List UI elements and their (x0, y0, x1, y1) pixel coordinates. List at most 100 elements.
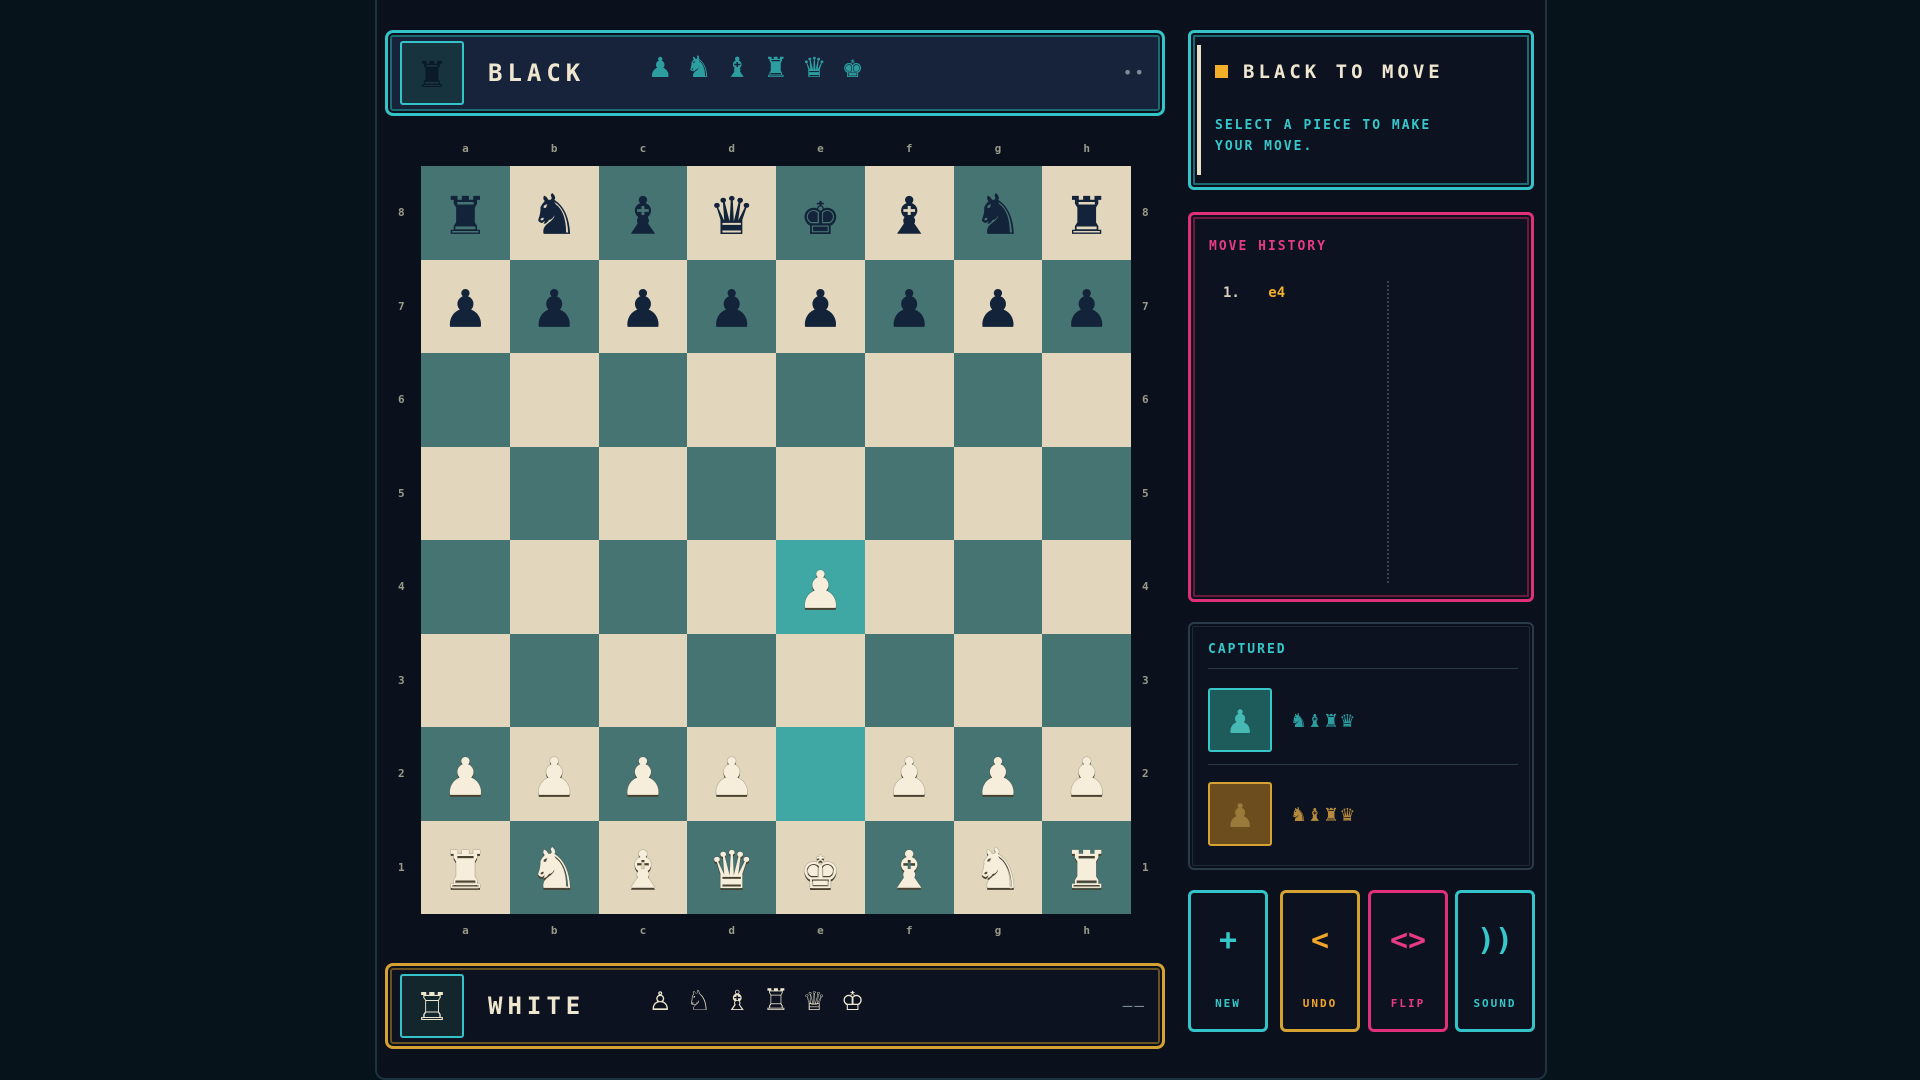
square-g4[interactable] (953, 540, 1043, 634)
square-f6[interactable] (864, 353, 954, 447)
square-e5[interactable] (776, 446, 865, 540)
black-knight-piece[interactable]: ♞ (535, 181, 574, 245)
square-b2[interactable]: ♟ (509, 727, 599, 821)
square-e1[interactable]: ♚ (776, 820, 865, 914)
square-h1[interactable]: ♜ (1042, 820, 1131, 914)
black-pawn-piece[interactable]: ♟ (535, 274, 574, 338)
square-c5[interactable] (598, 446, 688, 540)
square-f7[interactable]: ♟ (864, 259, 954, 353)
square-h6[interactable] (1042, 353, 1131, 447)
square-b8[interactable]: ♞ (509, 166, 599, 260)
square-h4[interactable] (1042, 540, 1131, 634)
black-rook-piece[interactable]: ♜ (1067, 181, 1106, 245)
square-e7[interactable]: ♟ (776, 259, 865, 353)
square-d1[interactable]: ♛ (687, 820, 776, 914)
sound-toggle-button[interactable]: )) SOUND (1455, 890, 1535, 1032)
square-g1[interactable]: ♞ (953, 820, 1043, 914)
white-knight-piece[interactable]: ♞ (535, 835, 574, 899)
square-b6[interactable] (509, 353, 599, 447)
white-pawn-piece[interactable]: ♟ (624, 742, 663, 806)
black-king-piece[interactable]: ♚ (801, 181, 840, 245)
square-f1[interactable]: ♝ (864, 820, 954, 914)
square-g7[interactable]: ♟ (953, 259, 1043, 353)
white-rook-piece[interactable]: ♜ (1067, 835, 1106, 899)
white-bishop-piece[interactable]: ♝ (624, 835, 663, 899)
square-b4[interactable] (509, 540, 599, 634)
square-d3[interactable] (687, 633, 776, 727)
square-g2[interactable]: ♟ (953, 727, 1043, 821)
square-c8[interactable]: ♝ (598, 166, 688, 260)
square-b3[interactable] (509, 633, 599, 727)
flip-board-button[interactable]: <> FLIP (1368, 890, 1448, 1032)
black-pawn-piece[interactable]: ♟ (1067, 274, 1106, 338)
square-f2[interactable]: ♟ (864, 727, 954, 821)
black-pawn-piece[interactable]: ♟ (712, 274, 751, 338)
square-d8[interactable]: ♛ (687, 166, 776, 260)
move-row[interactable]: 1. e4 (1223, 285, 1285, 301)
square-c4[interactable] (598, 540, 688, 634)
square-f3[interactable] (864, 633, 954, 727)
white-pawn-piece[interactable]: ♟ (1067, 742, 1106, 806)
white-queen-piece[interactable]: ♛ (712, 835, 751, 899)
white-pawn-piece[interactable]: ♟ (979, 742, 1018, 806)
square-d2[interactable]: ♟ (687, 727, 776, 821)
square-c6[interactable] (598, 353, 688, 447)
square-e6[interactable] (776, 353, 865, 447)
square-c7[interactable]: ♟ (598, 259, 688, 353)
square-h5[interactable] (1042, 446, 1131, 540)
black-pawn-piece[interactable]: ♟ (446, 274, 485, 338)
black-knight-piece[interactable]: ♞ (979, 181, 1018, 245)
square-f8[interactable]: ♝ (864, 166, 954, 260)
square-c1[interactable]: ♝ (598, 820, 688, 914)
square-f4[interactable] (864, 540, 954, 634)
square-e2[interactable] (776, 727, 865, 821)
square-d4[interactable] (687, 540, 776, 634)
square-e8[interactable]: ♚ (776, 166, 865, 260)
square-h3[interactable] (1042, 633, 1131, 727)
square-g8[interactable]: ♞ (953, 166, 1043, 260)
white-pawn-piece[interactable]: ♟ (712, 742, 751, 806)
black-pawn-piece[interactable]: ♟ (979, 274, 1018, 338)
square-a6[interactable] (421, 353, 510, 447)
square-c3[interactable] (598, 633, 688, 727)
square-a8[interactable]: ♜ (421, 166, 510, 260)
white-pawn-piece[interactable]: ♟ (890, 742, 929, 806)
undo-button[interactable]: < UNDO (1280, 890, 1360, 1032)
square-a4[interactable] (421, 540, 510, 634)
black-pawn-piece[interactable]: ♟ (801, 274, 840, 338)
square-a2[interactable]: ♟ (421, 727, 510, 821)
square-e3[interactable] (776, 633, 865, 727)
white-pawn-piece[interactable]: ♟ (535, 742, 574, 806)
square-g5[interactable] (953, 446, 1043, 540)
square-g3[interactable] (953, 633, 1043, 727)
square-b5[interactable] (509, 446, 599, 540)
white-move[interactable]: e4 (1268, 285, 1285, 301)
square-h7[interactable]: ♟ (1042, 259, 1131, 353)
square-d6[interactable] (687, 353, 776, 447)
black-pawn-piece[interactable]: ♟ (624, 274, 663, 338)
square-b7[interactable]: ♟ (509, 259, 599, 353)
white-pawn-piece[interactable]: ♟ (446, 742, 485, 806)
square-c2[interactable]: ♟ (598, 727, 688, 821)
white-bishop-piece[interactable]: ♝ (890, 835, 929, 899)
square-f5[interactable] (864, 446, 954, 540)
black-queen-piece[interactable]: ♛ (712, 181, 751, 245)
square-h8[interactable]: ♜ (1042, 166, 1131, 260)
new-game-button[interactable]: + NEW (1188, 890, 1268, 1032)
square-h2[interactable]: ♟ (1042, 727, 1131, 821)
square-e4[interactable]: ♟ (776, 540, 865, 634)
square-a3[interactable] (421, 633, 510, 727)
black-rook-piece[interactable]: ♜ (446, 181, 485, 245)
square-d5[interactable] (687, 446, 776, 540)
black-pawn-piece[interactable]: ♟ (890, 274, 929, 338)
chess-board[interactable]: ♜ ♞ ♝ ♛ ♚ ♝ ♞ ♜ ♟ ♟ ♟ ♟ ♟ ♟ ♟ ♟ ♟ ♟ ♟ ♟ ♟ ♟ ♟ ♟ ♜ ♞ ♝ ♛ ♚ ♝ ♞ ♜ (421, 166, 1131, 914)
square-a1[interactable]: ♜ (421, 820, 510, 914)
square-d7[interactable]: ♟ (687, 259, 776, 353)
black-bishop-piece[interactable]: ♝ (890, 181, 929, 245)
square-b1[interactable]: ♞ (509, 820, 599, 914)
white-pawn-piece[interactable]: ♟ (801, 555, 840, 619)
square-a5[interactable] (421, 446, 510, 540)
square-a7[interactable]: ♟ (421, 259, 510, 353)
square-g6[interactable] (953, 353, 1043, 447)
white-rook-piece[interactable]: ♜ (446, 835, 485, 899)
